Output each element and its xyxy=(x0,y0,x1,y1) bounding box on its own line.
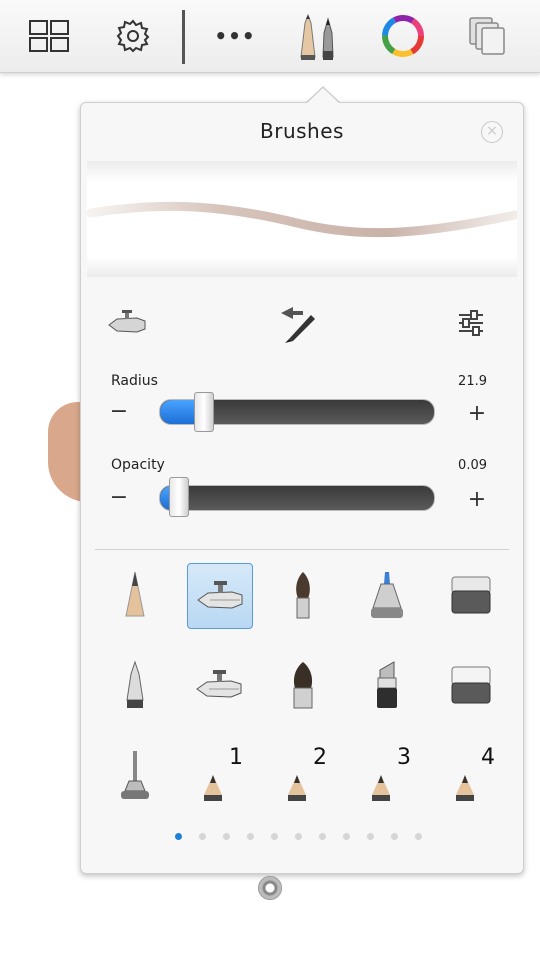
hard-eraser-icon xyxy=(451,666,491,704)
toolbar-separator xyxy=(182,10,185,64)
smudge-tool-icon xyxy=(121,751,149,799)
brush-custom-2[interactable]: 2 xyxy=(271,743,335,807)
page-dot[interactable] xyxy=(295,833,302,840)
custom-brush-number: 4 xyxy=(481,745,495,770)
page-dot[interactable] xyxy=(391,833,398,840)
chisel-marker-icon xyxy=(377,661,397,708)
radius-slider-thumb[interactable] xyxy=(194,392,214,432)
opacity-label: Opacity xyxy=(111,457,165,473)
airbrush-2-icon xyxy=(196,670,242,698)
custom-brush-icon xyxy=(204,775,222,801)
layers-icon xyxy=(469,17,505,55)
panel-title: Brushes xyxy=(260,119,344,143)
custom-brush-icon xyxy=(456,775,474,801)
page-dot[interactable] xyxy=(367,833,374,840)
more-dots-icon: ••• xyxy=(214,24,256,48)
brush-paintbrush[interactable] xyxy=(271,563,335,627)
close-button[interactable]: × xyxy=(481,121,503,143)
layout-grid-icon xyxy=(29,20,69,52)
radius-increase-button[interactable]: + xyxy=(465,401,489,426)
panel-drag-handle[interactable] xyxy=(258,876,282,900)
opacity-decrease-button[interactable]: − xyxy=(107,485,131,510)
panel-pointer-fill xyxy=(306,88,340,104)
airbrush-icon xyxy=(197,581,243,609)
brush-chisel-marker[interactable] xyxy=(355,653,419,717)
swap-brush-icon xyxy=(281,307,315,343)
page-dot[interactable] xyxy=(343,833,350,840)
layers-button[interactable] xyxy=(462,0,514,72)
brush-marker[interactable] xyxy=(355,563,419,627)
brush-type-button[interactable] xyxy=(107,309,147,339)
eraser-icon xyxy=(451,576,491,614)
color-picker-button[interactable] xyxy=(378,0,428,72)
brush-hard-eraser[interactable] xyxy=(439,653,503,717)
custom-brush-number: 2 xyxy=(313,745,327,770)
custom-brush-number: 1 xyxy=(229,745,243,770)
marker-icon xyxy=(371,572,403,618)
page-dot[interactable] xyxy=(415,833,422,840)
opacity-increase-button[interactable]: + xyxy=(465,487,489,512)
brush-settings-button[interactable] xyxy=(457,309,485,341)
custom-brush-number: 3 xyxy=(397,745,411,770)
opacity-slider-thumb[interactable] xyxy=(169,477,189,517)
top-toolbar: ••• xyxy=(0,0,540,73)
brush-custom-3[interactable]: 3 xyxy=(355,743,419,807)
brush-preview xyxy=(86,161,520,277)
brush-settings-icon xyxy=(459,310,483,336)
brush-smudge[interactable] xyxy=(103,743,167,807)
settings-button[interactable] xyxy=(110,0,156,72)
panel-divider xyxy=(95,549,509,550)
brushes-panel: Brushes × Radius 21.9 − + Opacity 0.09 −… xyxy=(80,102,524,874)
radius-value: 21.9 xyxy=(458,374,487,389)
custom-brush-icon xyxy=(288,775,306,801)
pencil-icon xyxy=(125,571,145,617)
radius-decrease-button[interactable]: − xyxy=(107,399,131,424)
custom-brush-icon xyxy=(372,775,390,801)
page-dot[interactable] xyxy=(247,833,254,840)
gear-icon xyxy=(116,19,150,53)
brush-ballpoint-pen[interactable] xyxy=(103,653,167,717)
swap-brush-button[interactable] xyxy=(275,303,319,347)
page-dot[interactable] xyxy=(175,833,182,840)
more-button[interactable]: ••• xyxy=(210,0,260,72)
page-dot[interactable] xyxy=(199,833,206,840)
brush-flat-brush[interactable] xyxy=(271,653,335,717)
page-dot[interactable] xyxy=(271,833,278,840)
brushes-icon xyxy=(300,13,334,60)
opacity-value: 0.09 xyxy=(458,458,487,473)
ballpoint-pen-icon xyxy=(126,660,144,708)
brush-custom-4[interactable]: 4 xyxy=(439,743,503,807)
opacity-slider-track[interactable] xyxy=(159,485,435,511)
flat-brush-icon xyxy=(293,662,313,709)
page-dot[interactable] xyxy=(319,833,326,840)
brushes-button[interactable] xyxy=(292,0,344,72)
brush-airbrush-2[interactable] xyxy=(187,653,251,717)
radius-label: Radius xyxy=(111,373,158,389)
brush-custom-1[interactable]: 1 xyxy=(187,743,251,807)
brush-airbrush[interactable] xyxy=(187,563,253,629)
page-dot[interactable] xyxy=(223,833,230,840)
color-wheel-icon xyxy=(382,15,424,57)
paintbrush-icon xyxy=(296,572,310,619)
airbrush-icon xyxy=(108,310,146,333)
layout-grid-button[interactable] xyxy=(24,0,74,72)
brush-pencil[interactable] xyxy=(103,563,167,627)
brush-eraser[interactable] xyxy=(439,563,503,627)
